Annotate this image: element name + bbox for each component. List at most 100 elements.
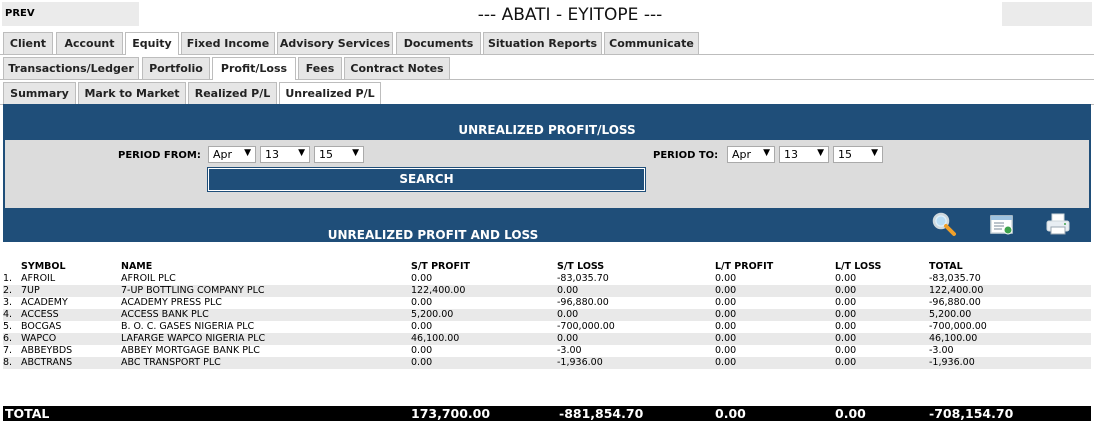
- tab-profit-loss[interactable]: Profit/Loss: [212, 57, 296, 80]
- cell-lt-profit: 0.00: [715, 309, 737, 320]
- from-month-select[interactable]: Apr ▼: [208, 146, 256, 163]
- tab-realized-p-l[interactable]: Realized P/L: [188, 82, 277, 104]
- cell-name: ACADEMY PRESS PLC: [121, 297, 222, 308]
- top-bar: PREV --- ABATI - EYITOPE ---: [0, 0, 1094, 30]
- cell-n: 5.: [3, 321, 13, 332]
- cell-n: 2.: [3, 285, 13, 296]
- cell-symbol: 7UP: [21, 285, 40, 296]
- total-st-profit: 173,700.00: [411, 406, 491, 421]
- cell-st-loss: 0.00: [557, 309, 579, 320]
- cell-symbol: ACADEMY: [21, 297, 68, 308]
- cell-n: 7.: [3, 345, 13, 356]
- tab-portfolio[interactable]: Portfolio: [142, 57, 210, 79]
- tab-situation-reports[interactable]: Situation Reports: [483, 32, 602, 54]
- cell-n: 6.: [3, 333, 13, 344]
- tab-fees[interactable]: Fees: [298, 57, 342, 79]
- cell-st-profit: 0.00: [411, 345, 433, 356]
- tab-contract-notes[interactable]: Contract Notes: [344, 57, 450, 79]
- cell-lt-profit: 0.00: [715, 333, 737, 344]
- chevron-down-icon: ▼: [244, 148, 251, 158]
- tab-fixed-income[interactable]: Fixed Income: [181, 32, 275, 54]
- bottom-strip: [3, 421, 1091, 431]
- cell-total: -700,000.00: [929, 321, 987, 332]
- cell-lt-profit: 0.00: [715, 357, 737, 368]
- cell-lt-loss: 0.00: [835, 321, 857, 332]
- tab-transactions-ledger[interactable]: Transactions/Ledger: [3, 57, 139, 79]
- cell-name: 7-UP BOTTLING COMPANY PLC: [121, 285, 265, 296]
- cell-lt-profit: 0.00: [715, 273, 737, 284]
- cell-name: LAFARGE WAPCO NIGERIA PLC: [121, 333, 266, 344]
- tab-documents[interactable]: Documents: [396, 32, 481, 54]
- to-day-select[interactable]: 13 ▼: [779, 146, 829, 163]
- header-right-box: [1002, 2, 1092, 26]
- cell-total: -3.00: [929, 345, 954, 356]
- tab-equity[interactable]: Equity: [125, 32, 179, 55]
- total-st-loss: -881,854.70: [559, 406, 644, 421]
- to-month-select[interactable]: Apr ▼: [727, 146, 775, 163]
- table-row: 1. AFROIL AFROIL PLC 0.00 -83,035.70 0.00 0.00…: [3, 273, 1091, 285]
- cell-symbol: ACCESS: [21, 309, 59, 320]
- cell-st-loss: 0.00: [557, 333, 579, 344]
- results-heading: UNREALIZED PROFIT AND LOSS: [327, 228, 539, 242]
- tab-account[interactable]: Account: [56, 32, 123, 54]
- from-day-select[interactable]: 13 ▼: [260, 146, 310, 163]
- period-from-label: PERIOD FROM:: [118, 150, 201, 161]
- cell-st-profit: 0.00: [411, 321, 433, 332]
- cell-st-profit: 122,400.00: [411, 285, 466, 296]
- cell-symbol: WAPCO: [21, 333, 57, 344]
- cell-total: -96,880.00: [929, 297, 981, 308]
- cell-st-loss: -1,936.00: [557, 357, 603, 368]
- column-header: L/T LOSS: [835, 261, 882, 272]
- cell-st-profit: 0.00: [411, 273, 433, 284]
- cell-n: 3.: [3, 297, 13, 308]
- cell-symbol: ABCTRANS: [21, 357, 73, 368]
- column-header: TOTAL: [929, 261, 963, 272]
- chevron-down-icon: ▼: [763, 148, 770, 158]
- table-row: 6. WAPCO LAFARGE WAPCO NIGERIA PLC 46,100.0…: [3, 333, 1091, 345]
- cell-total: -1,936.00: [929, 357, 975, 368]
- column-header: S/T PROFIT: [411, 261, 470, 272]
- search-button[interactable]: SEARCH: [207, 167, 646, 192]
- column-header: SYMBOL: [21, 261, 66, 272]
- total-lt-loss: 0.00: [835, 406, 866, 421]
- cell-lt-profit: 0.00: [715, 285, 737, 296]
- total-lt-profit: 0.00: [715, 406, 746, 421]
- total-total: -708,154.70: [929, 406, 1014, 421]
- cell-n: 1.: [3, 273, 13, 284]
- tab-client[interactable]: Client: [3, 32, 53, 54]
- to-year-select[interactable]: 15 ▼: [833, 146, 883, 163]
- cell-symbol: BOCGAS: [21, 321, 62, 332]
- cell-st-loss: -83,035.70: [557, 273, 609, 284]
- tab-advisory-services[interactable]: Advisory Services: [277, 32, 393, 54]
- tab-mark-to-market[interactable]: Mark to Market: [78, 82, 186, 104]
- cell-st-loss: -96,880.00: [557, 297, 609, 308]
- chevron-down-icon: ▼: [871, 148, 878, 158]
- cell-total: -83,035.70: [929, 273, 981, 284]
- total-row: TOTAL 173,700.00 -881,854.70 0.00 0.00 -…: [3, 406, 1091, 421]
- cell-lt-profit: 0.00: [715, 345, 737, 356]
- chevron-down-icon: ▼: [298, 148, 305, 158]
- cell-total: 122,400.00: [929, 285, 984, 296]
- tab-communicate[interactable]: Communicate: [604, 32, 699, 54]
- profit-loss-tabs: Summary Mark to Market Realized P/L Unreali…: [0, 82, 1094, 105]
- tab-unrealized-p-l[interactable]: Unrealized P/L: [279, 82, 381, 105]
- cell-lt-profit: 0.00: [715, 297, 737, 308]
- search-icon[interactable]: [931, 211, 957, 237]
- cell-st-loss: -3.00: [557, 345, 582, 356]
- from-year-select[interactable]: 15 ▼: [314, 146, 364, 163]
- cell-lt-loss: 0.00: [835, 309, 857, 320]
- cell-st-profit: 46,100.00: [411, 333, 460, 344]
- cell-n: 8.: [3, 357, 13, 368]
- print-icon[interactable]: [1045, 211, 1071, 237]
- cell-lt-loss: 0.00: [835, 333, 857, 344]
- export-icon[interactable]: [989, 211, 1015, 237]
- chevron-down-icon: ▼: [352, 148, 359, 158]
- cell-lt-loss: 0.00: [835, 345, 857, 356]
- cell-n: 4.: [3, 309, 13, 320]
- cell-name: AFROIL PLC: [121, 273, 176, 284]
- main-tabs: Client Account Equity Fixed Income Advisory …: [0, 32, 1094, 55]
- results-header: UNREALIZED PROFIT AND LOSS: [3, 208, 1091, 242]
- tab-summary[interactable]: Summary: [3, 82, 76, 104]
- column-header: NAME: [121, 261, 153, 272]
- cell-lt-loss: 0.00: [835, 273, 857, 284]
